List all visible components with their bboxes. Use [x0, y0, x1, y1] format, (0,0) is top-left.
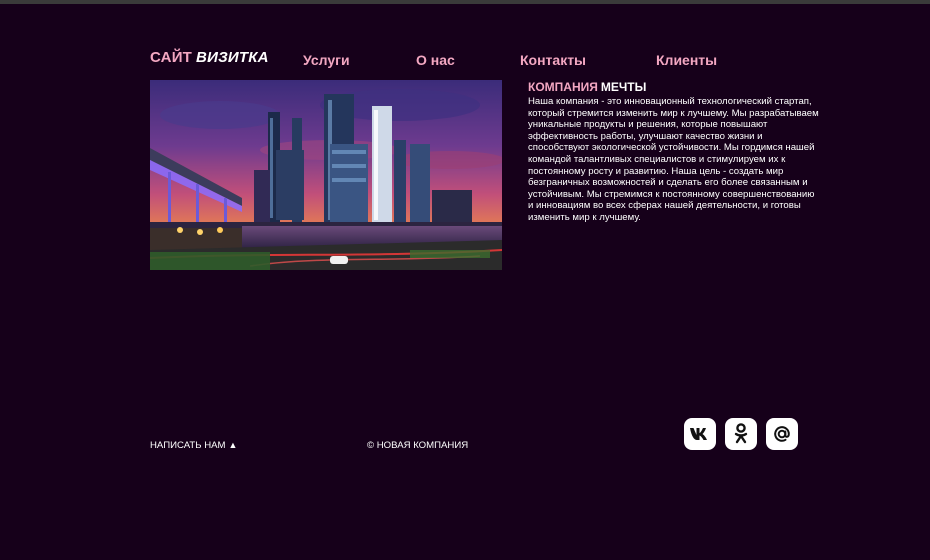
- nav-services[interactable]: Услуги: [303, 52, 350, 68]
- nav-clients[interactable]: Клиенты: [656, 52, 717, 68]
- nav-contacts[interactable]: Контакты: [520, 52, 586, 68]
- city-skyline-image: [150, 80, 502, 270]
- copyright: © НОВАЯ КОМПАНИЯ: [367, 440, 469, 451]
- about-section: КОМПАНИЯ МЕЧТЫ Наша компания - это иннова…: [528, 80, 820, 224]
- logo-part-2: ВИЗИТКА: [196, 49, 269, 66]
- nav-about[interactable]: О нас: [416, 52, 455, 68]
- odnoklassniki-icon[interactable]: [725, 418, 757, 450]
- about-title-part-2: МЕЧТЫ: [600, 80, 647, 94]
- up-arrow-icon: ▲: [228, 440, 238, 450]
- about-title-part-1: КОМПАНИЯ: [528, 80, 598, 94]
- about-text: Наша компания - это инновационный технол…: [528, 96, 819, 223]
- write-us-link[interactable]: НАПИСАТЬ НАМ ▲: [150, 440, 237, 451]
- browser-top-bar: [0, 0, 930, 4]
- write-us-label: НАПИСАТЬ НАМ: [150, 440, 226, 451]
- email-icon[interactable]: [766, 418, 798, 450]
- vk-icon[interactable]: [684, 418, 716, 450]
- logo-part-1: САЙТ: [150, 49, 193, 66]
- about-title: КОМПАНИЯ МЕЧТЫ: [528, 80, 820, 94]
- site-logo[interactable]: САЙТ ВИЗИТКА: [150, 49, 269, 66]
